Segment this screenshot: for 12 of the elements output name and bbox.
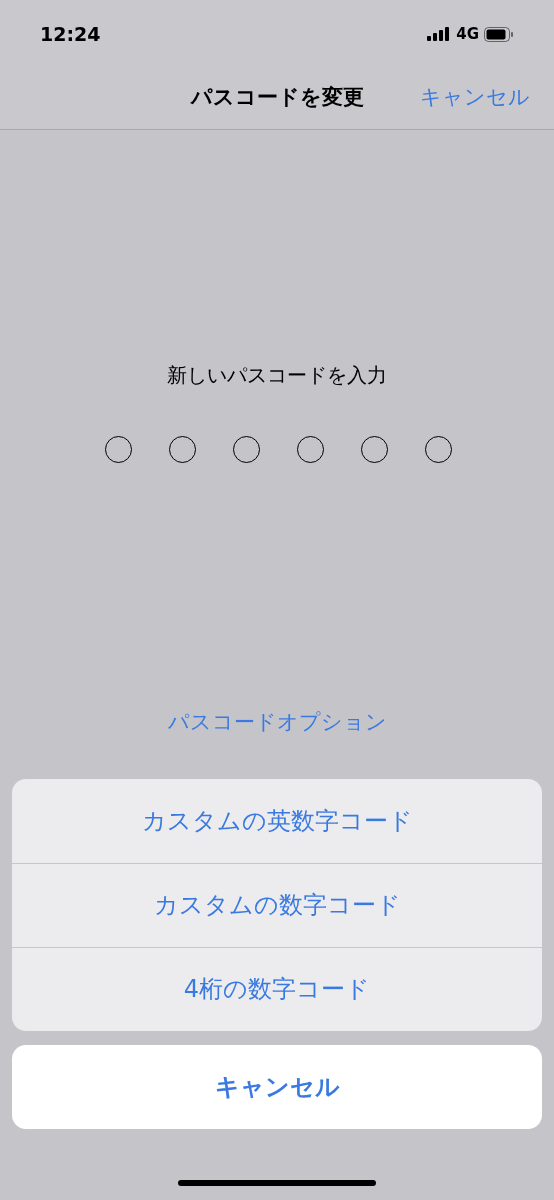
cancel-button[interactable]: キャンセル [12, 1044, 542, 1129]
signal-icon [427, 27, 452, 41]
network-label: 4G [456, 23, 479, 45]
action-option[interactable]: カスタムの数字コード [12, 862, 542, 947]
action-option[interactable]: カスタムの英数字コード [12, 778, 542, 863]
passcode-prompt: 新しいパスコードを入力 [167, 362, 387, 389]
passcode-options-link[interactable]: パスコードオプション [167, 707, 387, 739]
cancel-button[interactable]: キャンセル [420, 81, 530, 114]
battery-icon [484, 26, 514, 42]
action-option[interactable]: 4桁の数字コード [12, 946, 542, 1031]
status-time: 12:24 [40, 21, 101, 47]
nav-title: パスコードを変更 [190, 83, 364, 111]
